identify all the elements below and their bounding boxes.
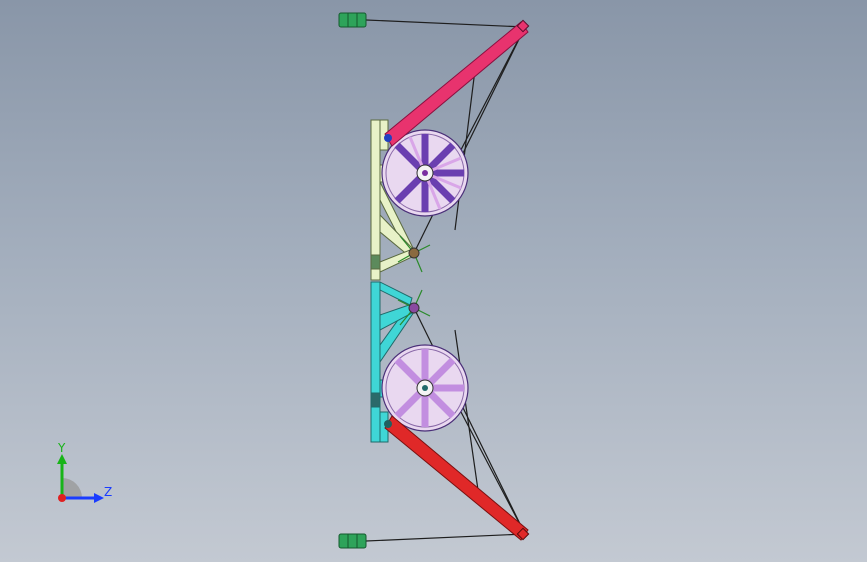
triad-origin (58, 494, 66, 502)
lower-boom[interactable] (384, 415, 529, 541)
y-axis-label: Y (57, 441, 66, 455)
upper-boom-pivot (384, 134, 392, 142)
lower-tension-cable (365, 533, 526, 542)
upper-boom[interactable] (384, 21, 529, 147)
z-axis-label: Z (104, 485, 112, 499)
crane-assembly-drawing (338, 12, 530, 549)
cad-viewport[interactable]: Y Z (0, 0, 867, 562)
upper-drum-axle (422, 170, 428, 176)
lower-drum-axle (422, 385, 428, 391)
lower-counterweight[interactable] (338, 533, 367, 549)
upper-tension-cable (365, 19, 526, 28)
lower-boom-pivot (384, 420, 392, 428)
triad-quadrant (62, 478, 82, 498)
orientation-triad: Y Z (57, 441, 112, 503)
upper-counterweight[interactable] (338, 12, 367, 28)
